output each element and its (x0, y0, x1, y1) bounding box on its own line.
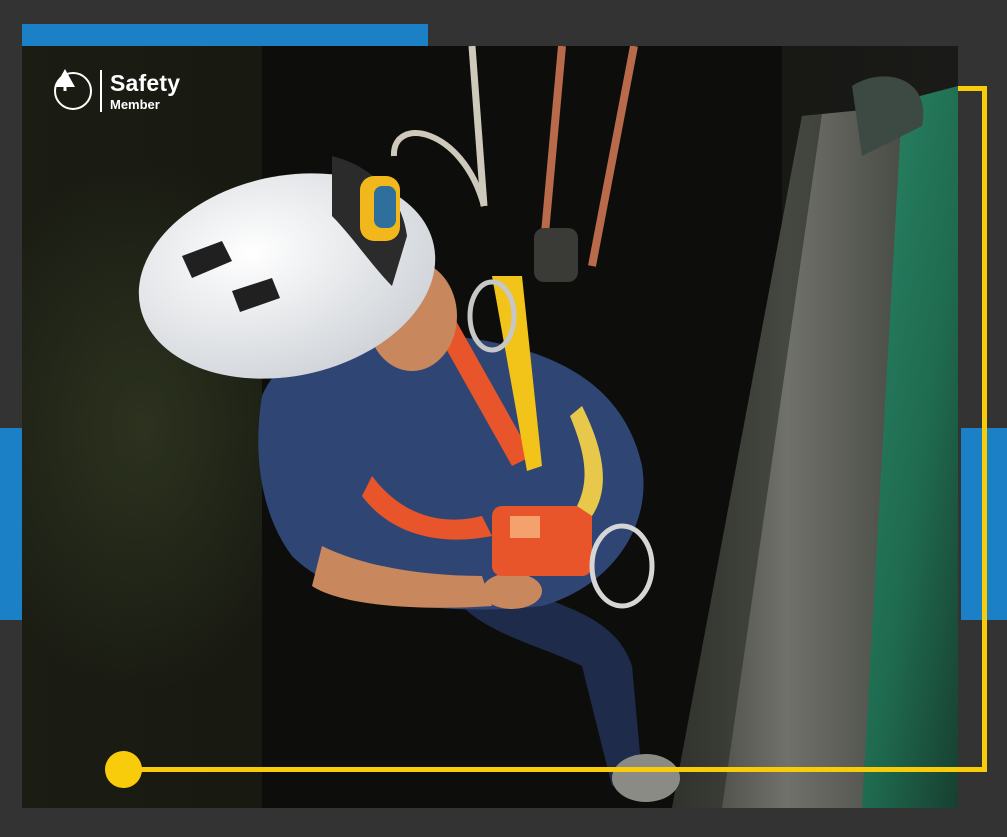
top-blue-bar (22, 24, 428, 46)
logo-divider (100, 70, 102, 112)
yellow-dot (105, 751, 142, 788)
yellow-frame-bottom (124, 767, 987, 772)
tree-icon (54, 69, 92, 110)
photo-illustration (138, 46, 958, 808)
logo-subtitle: Member (110, 96, 160, 112)
yellow-frame-vertical (982, 86, 987, 772)
yellow-frame-top (958, 86, 987, 91)
logo-text: Safety Member (110, 69, 181, 112)
safety-member-logo: Safety Member (54, 68, 180, 114)
logo-title: Safety (110, 69, 181, 96)
left-blue-band (0, 428, 22, 620)
rope-access-photo: Safety Member (22, 46, 958, 808)
